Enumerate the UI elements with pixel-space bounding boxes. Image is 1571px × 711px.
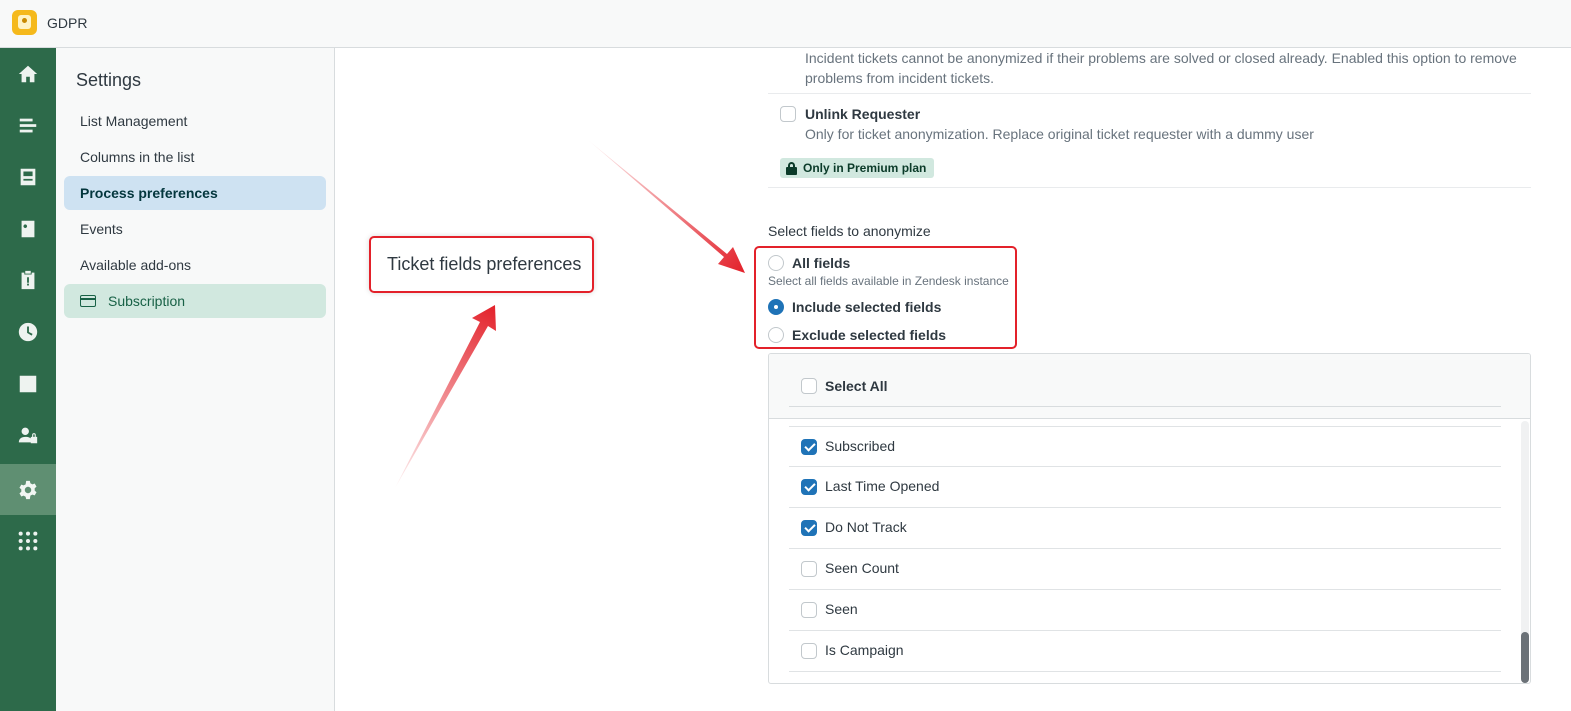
annotation-arrow — [395, 305, 496, 488]
annotation-arrow — [588, 140, 745, 273]
annotation-arrows — [395, 140, 745, 488]
